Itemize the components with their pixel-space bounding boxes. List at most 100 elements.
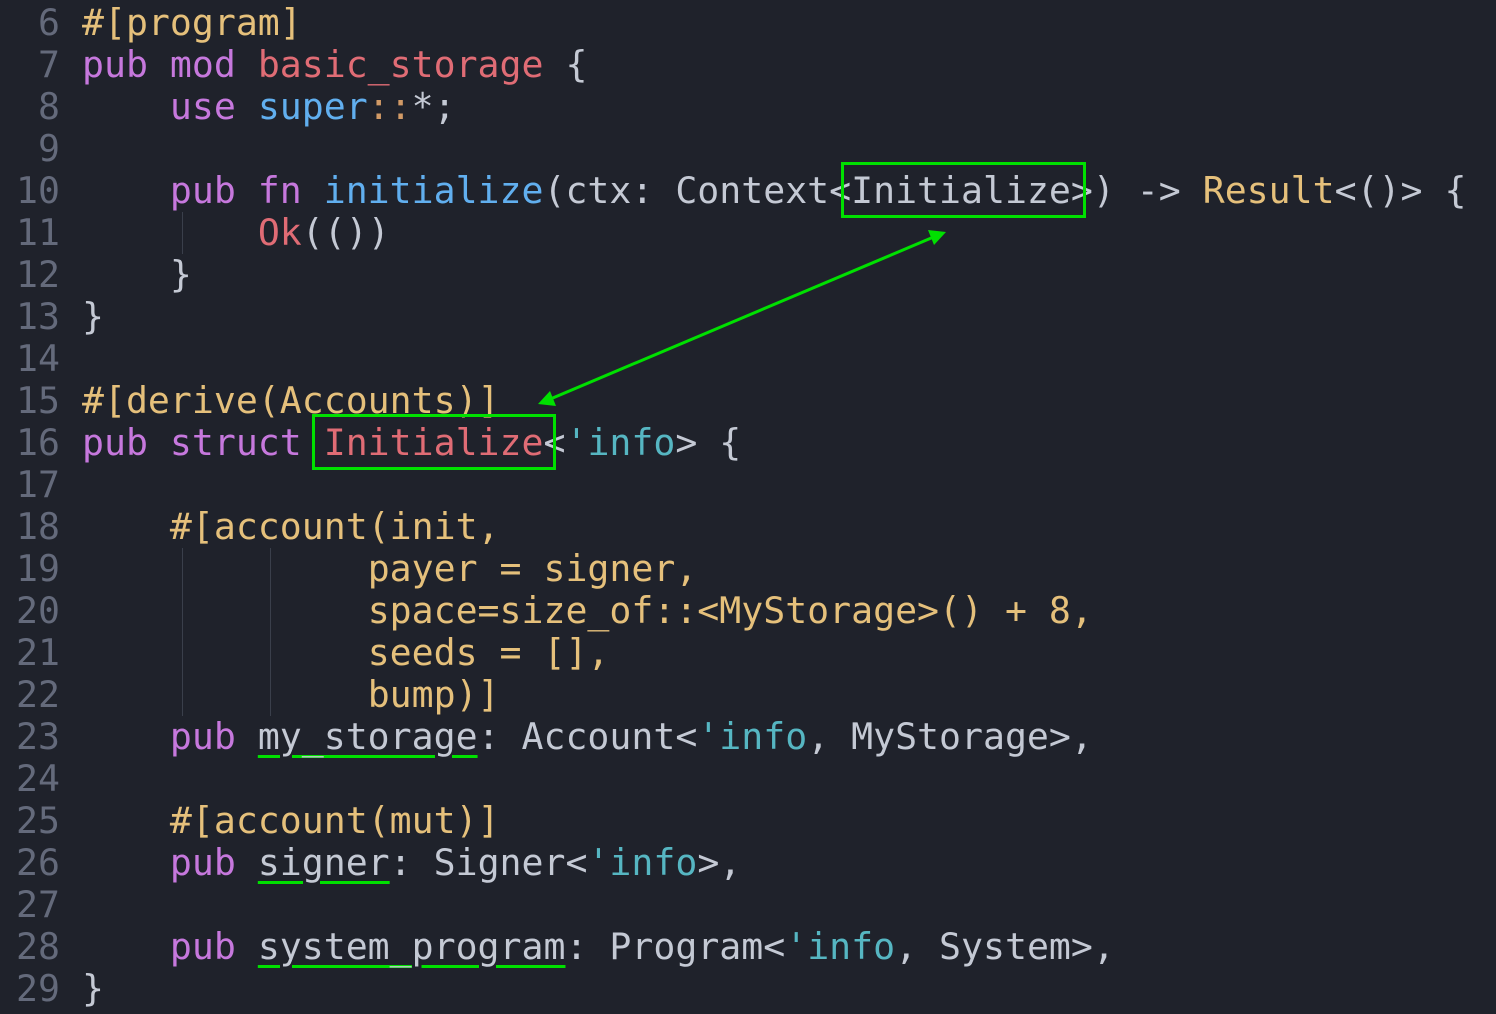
code-token: initialize	[323, 169, 544, 212]
line-number: 9	[38, 127, 60, 170]
code-line[interactable]: 28 pub system_program: Program<'info, Sy…	[0, 926, 1496, 968]
code-line[interactable]: 20 space=size_of::<MyStorage>() + 8,	[0, 590, 1496, 632]
line-number: 7	[38, 43, 60, 86]
code-token: pub	[169, 715, 258, 758]
code-text[interactable]: }	[82, 296, 104, 338]
highlight-box-struct-initialize	[312, 414, 556, 470]
code-token: Result	[1202, 169, 1335, 212]
code-text[interactable]: #[program]	[82, 2, 302, 44]
code-line[interactable]: 27	[0, 884, 1496, 926]
code-line[interactable]: 23 pub my_storage: Account<'info, MyStor…	[0, 716, 1496, 758]
code-token: super	[257, 85, 368, 128]
line-number: 27	[16, 883, 60, 926]
code-line[interactable]: 10 pub fn initialize(ctx: Context<Initia…	[0, 170, 1496, 212]
code-token: use	[169, 85, 258, 128]
code-token: }	[82, 253, 192, 296]
code-line[interactable]: 8 use super::*;	[0, 86, 1496, 128]
line-number: 21	[16, 631, 60, 674]
code-token: Ok	[257, 211, 302, 254]
line-number: 26	[16, 841, 60, 884]
code-token: pub struct	[82, 421, 324, 464]
code-line[interactable]: 19 payer = signer,	[0, 548, 1496, 590]
code-text[interactable]: pub fn initialize(ctx: Context<Initializ…	[82, 169, 1467, 212]
line-number: 25	[16, 799, 60, 842]
code-text[interactable]: pub mod basic_storage {	[82, 44, 587, 86]
indent-guide	[182, 548, 183, 716]
code-text[interactable]: pub my_storage: Account<'info, MyStorage…	[82, 716, 1093, 758]
code-text[interactable]: bump)]	[82, 674, 500, 716]
line-number: 14	[16, 337, 60, 380]
code-token: 'info	[697, 715, 808, 758]
code-token: payer = signer,	[367, 547, 698, 590]
code-token: 'info	[785, 925, 896, 968]
code-token: ::	[367, 85, 412, 128]
code-line[interactable]: 17	[0, 464, 1496, 506]
code-line[interactable]: 24	[0, 758, 1496, 800]
code-token: }	[82, 295, 104, 338]
code-token: 'info	[587, 841, 698, 884]
line-number: 28	[16, 925, 60, 968]
line-number: 16	[16, 421, 60, 464]
underlined-field-name: my_storage	[257, 715, 478, 758]
code-text[interactable]: }	[82, 254, 192, 296]
code-text[interactable]: pub signer: Signer<'info>,	[82, 842, 741, 884]
code-line[interactable]: 16 pub struct Initialize<'info> {	[0, 422, 1496, 464]
underlined-field-name: signer	[257, 841, 390, 884]
line-number: 12	[16, 253, 60, 296]
code-line[interactable]: 7 pub mod basic_storage {	[0, 44, 1496, 86]
code-token: basic_storage	[257, 43, 544, 86]
code-line[interactable]: 26 pub signer: Signer<'info>,	[0, 842, 1496, 884]
indent-guide	[182, 212, 183, 254]
code-line[interactable]: 6 #[program]	[0, 2, 1496, 44]
code-line[interactable]: 12 }	[0, 254, 1496, 296]
code-text[interactable]: use super::*;	[82, 86, 456, 128]
code-text[interactable]: space=size_of::<MyStorage>() + 8,	[82, 590, 1093, 632]
code-token: : Signer<	[389, 841, 588, 884]
line-number: 18	[16, 505, 60, 548]
code-token: space=size_of::<MyStorage>() + 8,	[367, 589, 1093, 632]
code-text[interactable]: pub system_program: Program<'info, Syste…	[82, 926, 1115, 968]
code-token: pub	[169, 925, 258, 968]
code-line[interactable]: 18 #[account(init,	[0, 506, 1496, 548]
line-number: 22	[16, 673, 60, 716]
code-token: pub mod	[82, 43, 258, 86]
code-text[interactable]: #[account(mut)]	[82, 800, 500, 842]
code-token: #[program]	[82, 1, 302, 44]
code-line[interactable]: 13}	[0, 296, 1496, 338]
code-token: 'info	[565, 421, 676, 464]
code-line[interactable]: 21 seeds = [],	[0, 632, 1496, 674]
code-line[interactable]: 11 Ok(())	[0, 212, 1496, 254]
code-token: }	[82, 967, 104, 1010]
code-token: pub	[169, 841, 258, 884]
code-line[interactable]: 9	[0, 128, 1496, 170]
indent-guide	[270, 548, 271, 716]
code-text[interactable]: payer = signer,	[82, 547, 698, 590]
code-line[interactable]: 14	[0, 338, 1496, 380]
highlight-box-context-initialize	[841, 162, 1086, 218]
code-text[interactable]: #[account(init,	[82, 506, 500, 548]
code-token: , System>,	[895, 925, 1115, 968]
code-token: {	[543, 43, 588, 86]
line-number: 19	[16, 547, 60, 590]
code-text[interactable]: seeds = [],	[82, 631, 610, 674]
code-line[interactable]: 29}	[0, 968, 1496, 1010]
code-editor[interactable]: 6 #[program] 7 pub mod basic_storage {8 use…	[0, 0, 1496, 1014]
code-text[interactable]: }	[82, 968, 104, 1010]
code-text[interactable]: Ok(())	[82, 212, 390, 254]
code-token: : Account<	[477, 715, 698, 758]
code-line[interactable]: 15 #[derive(Accounts)]	[0, 380, 1496, 422]
line-number: 10	[16, 169, 60, 212]
code-line[interactable]: 25 #[account(mut)]	[0, 800, 1496, 842]
code-token: , MyStorage>,	[807, 715, 1093, 758]
line-number: 13	[16, 295, 60, 338]
code-line[interactable]: 22 bump)]	[0, 674, 1496, 716]
